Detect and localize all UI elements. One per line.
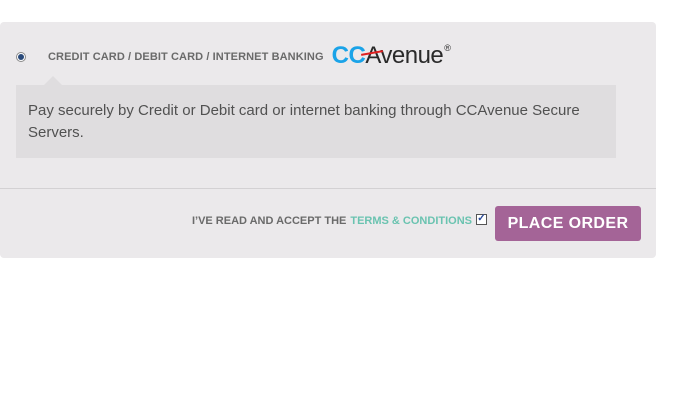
divider xyxy=(0,188,656,189)
terms-and-conditions-link[interactable]: TERMS & CONDITIONS xyxy=(350,215,472,227)
place-order-button[interactable]: PLACE ORDER xyxy=(495,206,641,241)
logo-registered-mark: ® xyxy=(444,43,451,53)
checkmark-icon: ✓ xyxy=(477,213,486,224)
description-pointer xyxy=(44,76,62,85)
ccavenue-logo: CC Avenue ® xyxy=(332,42,451,70)
radio-selected-dot xyxy=(18,54,24,60)
payment-description-text: Pay securely by Credit or Debit card or … xyxy=(28,102,580,141)
logo-cc-text: CC xyxy=(331,42,366,69)
payment-panel: CREDIT CARD / DEBIT CARD / INTERNET BANK… xyxy=(0,22,656,258)
payment-description: Pay securely by Credit or Debit card or … xyxy=(16,85,616,158)
terms-row: I’VE READ AND ACCEPT THE TERMS & CONDITI… xyxy=(191,213,487,227)
terms-prefix-text: I’VE READ AND ACCEPT THE xyxy=(191,215,347,227)
payment-method-row[interactable]: CREDIT CARD / DEBIT CARD / INTERNET BANK… xyxy=(16,42,451,70)
payment-method-radio[interactable] xyxy=(16,52,26,62)
terms-checkbox[interactable]: ✓ xyxy=(476,213,487,225)
logo-avenue-word: Avenue xyxy=(365,42,444,69)
payment-method-label[interactable]: CREDIT CARD / DEBIT CARD / INTERNET BANK… xyxy=(48,51,324,63)
logo-avenue-text: Avenue xyxy=(361,42,444,70)
